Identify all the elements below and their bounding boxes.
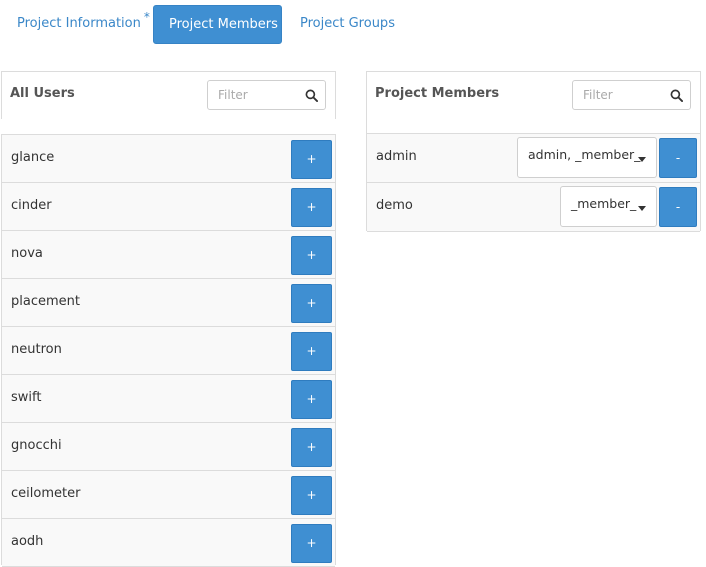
role-value: admin, _member_ <box>528 147 641 162</box>
user-name: cinder <box>11 198 52 213</box>
project-members-filter <box>572 80 691 110</box>
tab-label: Project Groups <box>300 16 395 31</box>
add-user-button[interactable]: + <box>291 140 332 179</box>
tab-project-groups[interactable]: Project Groups <box>285 5 410 44</box>
all-users-filter <box>207 80 326 110</box>
all-users-header: All Users <box>1 71 336 119</box>
user-name: ceilometer <box>11 486 81 501</box>
list-item: gnocchi + <box>2 423 335 471</box>
user-name: placement <box>11 294 80 309</box>
user-name: aodh <box>11 534 44 549</box>
list-item: cinder + <box>2 183 335 231</box>
list-item: swift + <box>2 375 335 423</box>
workflow-tabs: Project Information * Project Members Pro… <box>0 0 706 50</box>
add-user-button[interactable]: + <box>291 476 332 515</box>
add-user-button[interactable]: + <box>291 332 332 371</box>
user-name: gnocchi <box>11 438 62 453</box>
member-name: admin <box>376 149 417 164</box>
user-name: glance <box>11 150 55 165</box>
all-users-list: glance + cinder + nova + placement + neu… <box>1 134 336 567</box>
list-item: glance + <box>2 135 335 183</box>
remove-member-button[interactable]: - <box>659 138 697 178</box>
all-users-title: All Users <box>10 86 75 101</box>
project-members-title: Project Members <box>375 86 500 101</box>
tab-project-information[interactable]: Project Information * <box>2 5 165 44</box>
add-user-button[interactable]: + <box>291 428 332 467</box>
list-item: neutron + <box>2 327 335 375</box>
all-users-filter-input[interactable] <box>208 81 298 109</box>
tab-project-members[interactable]: Project Members <box>153 5 282 44</box>
list-item: aodh + <box>2 519 335 567</box>
caret-down-icon <box>638 157 646 162</box>
list-item: demo _member_ - <box>367 183 700 232</box>
tab-label: Project Members <box>169 17 278 32</box>
required-marker: * <box>143 10 150 24</box>
tab-label: Project Information <box>17 16 141 31</box>
list-item: admin admin, _member_ - <box>367 134 700 183</box>
add-user-button[interactable]: + <box>291 188 332 227</box>
project-members-filter-input[interactable] <box>573 81 663 109</box>
user-name: nova <box>11 246 43 261</box>
search-icon[interactable] <box>305 89 318 102</box>
list-item: placement + <box>2 279 335 327</box>
list-item: nova + <box>2 231 335 279</box>
project-members-list: admin admin, _member_ - demo _member_ - <box>366 133 701 232</box>
member-name: demo <box>376 198 413 213</box>
project-members-header: Project Members <box>366 71 701 133</box>
add-user-button[interactable]: + <box>291 284 332 323</box>
add-user-button[interactable]: + <box>291 524 332 563</box>
add-user-button[interactable]: + <box>291 236 332 275</box>
caret-down-icon <box>638 206 646 211</box>
user-name: neutron <box>11 342 62 357</box>
remove-member-button[interactable]: - <box>659 187 697 227</box>
search-icon[interactable] <box>670 89 683 102</box>
role-dropdown[interactable]: _member_ <box>560 186 657 227</box>
add-user-button[interactable]: + <box>291 380 332 419</box>
user-name: swift <box>11 390 42 405</box>
role-value: _member_ <box>571 196 637 211</box>
list-item: ceilometer + <box>2 471 335 519</box>
role-dropdown[interactable]: admin, _member_ <box>517 137 657 178</box>
